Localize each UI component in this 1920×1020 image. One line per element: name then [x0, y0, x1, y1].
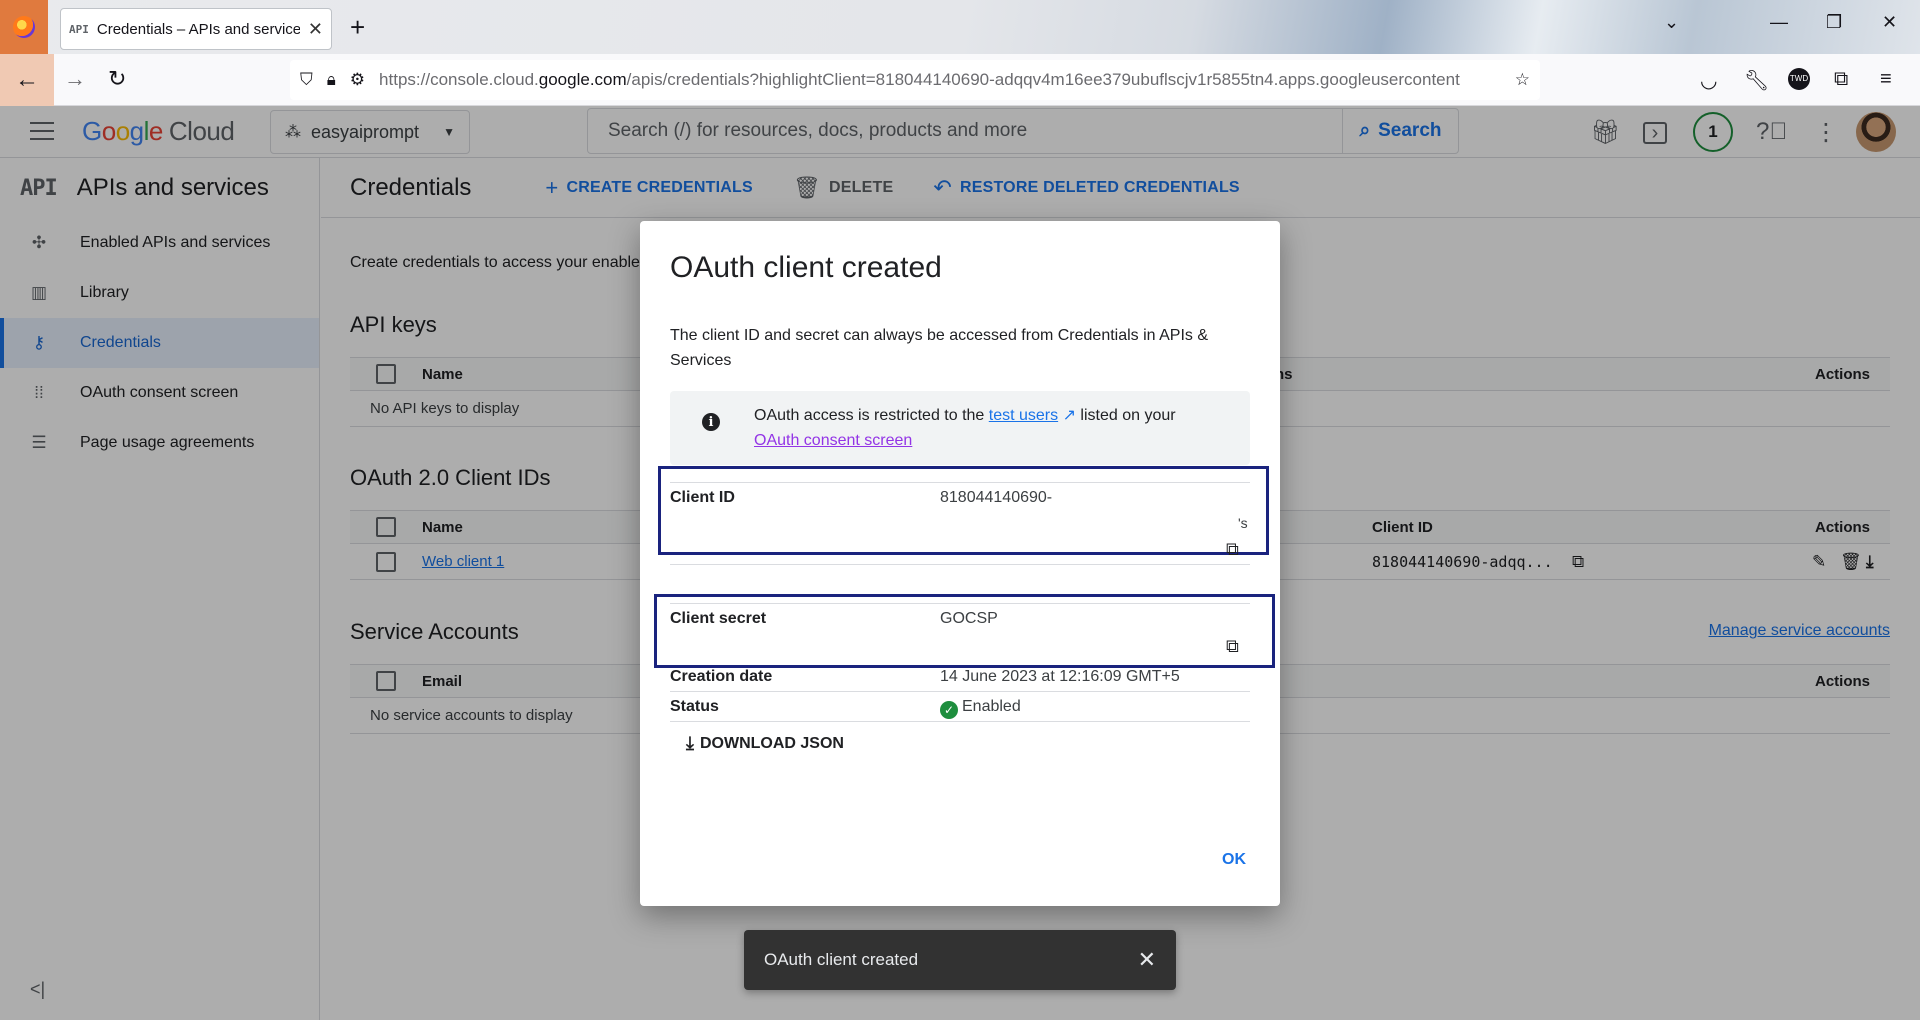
- dialog-title: OAuth client created: [670, 251, 942, 284]
- back-arrow-icon[interactable]: ←: [0, 54, 54, 106]
- snackbar-message: OAuth client created: [764, 950, 919, 969]
- copy-client-secret-icon[interactable]: ⧉: [1226, 636, 1239, 657]
- snackbar-close-icon[interactable]: ✕: [1138, 947, 1156, 973]
- creation-date-value: 14 June 2023 at 12:16:09 GMT+5: [940, 668, 1180, 685]
- client-id-label: Client ID: [670, 489, 735, 506]
- client-id-value[interactable]: 818044140690-: [940, 489, 1052, 507]
- client-secret-label: Client secret: [670, 610, 767, 627]
- status-label: Status: [670, 698, 719, 715]
- client-secret-value[interactable]: GOCSP: [940, 610, 998, 628]
- forward-arrow-icon[interactable]: →: [64, 66, 86, 92]
- app-menu-icon[interactable]: ≡: [1880, 68, 1892, 91]
- api-favicon-icon: API: [69, 22, 89, 36]
- dialog-description: The client ID and secret can always be a…: [670, 327, 1209, 369]
- test-users-link[interactable]: test users: [989, 407, 1058, 424]
- pocket-icon[interactable]: ◡: [1700, 68, 1717, 93]
- window-close-icon[interactable]: ✕: [1882, 12, 1897, 33]
- tab-close-icon[interactable]: ✕: [308, 19, 323, 40]
- download-icon: ⤓: [686, 733, 694, 753]
- creation-date-label: Creation date: [670, 668, 773, 685]
- lock-icon[interactable]: 🔒︎: [327, 70, 336, 90]
- ok-button[interactable]: OK: [1222, 851, 1246, 869]
- oauth-created-dialog: OAuth client created The client ID and s…: [640, 221, 1280, 906]
- status-value: ✓ Enabled: [940, 698, 1021, 719]
- address-bar[interactable]: ⛉ 🔒︎ ⚙ https://console.cloud.google.com/…: [290, 60, 1540, 100]
- download-json-button[interactable]: ⤓ DOWNLOAD JSON: [686, 733, 844, 754]
- client-secret-highlight: [654, 594, 1275, 668]
- new-tab-icon[interactable]: +: [350, 12, 365, 43]
- minimize-icon[interactable]: —: [1770, 12, 1788, 33]
- snackbar: OAuth client created ✕: [744, 930, 1176, 990]
- copy-client-id-icon[interactable]: ⧉: [1226, 539, 1239, 560]
- info-icon: i: [702, 413, 720, 431]
- shield-icon[interactable]: ⛉: [300, 70, 313, 90]
- url-text[interactable]: https://console.cloud.google.com/apis/cr…: [379, 70, 1501, 90]
- check-circle-icon: ✓: [940, 701, 958, 719]
- restore-icon[interactable]: ❐: [1826, 12, 1842, 33]
- bookmark-star-icon[interactable]: ☆: [1515, 70, 1530, 90]
- client-id-value-tail: 's: [1238, 515, 1248, 531]
- browser-tab[interactable]: API Credentials – APIs and services ✕: [60, 8, 332, 50]
- reload-icon[interactable]: ↻: [108, 66, 126, 92]
- external-link-icon: ↗: [1058, 407, 1076, 424]
- firefox-logo-icon[interactable]: [0, 0, 48, 54]
- extension-twd-icon[interactable]: TWD: [1788, 68, 1810, 90]
- browser-tab-bar: API Credentials – APIs and services ✕ + …: [0, 0, 1920, 54]
- tab-title: Credentials – APIs and services: [96, 20, 300, 38]
- browser-nav-bar: ← → ↻ ⛉ 🔒︎ ⚙ https://console.cloud.googl…: [0, 54, 1920, 106]
- permissions-icon[interactable]: ⚙: [350, 70, 365, 90]
- client-id-highlight: [658, 466, 1269, 555]
- oauth-consent-screen-link[interactable]: OAuth consent screen: [754, 432, 912, 449]
- info-banner: i OAuth access is restricted to the test…: [670, 391, 1250, 465]
- extensions-puzzle-icon[interactable]: ⧉: [1834, 68, 1848, 91]
- wrench-icon[interactable]: 🔧︎: [1744, 68, 1769, 93]
- tab-list-chevron-icon[interactable]: ⌄: [1664, 12, 1679, 33]
